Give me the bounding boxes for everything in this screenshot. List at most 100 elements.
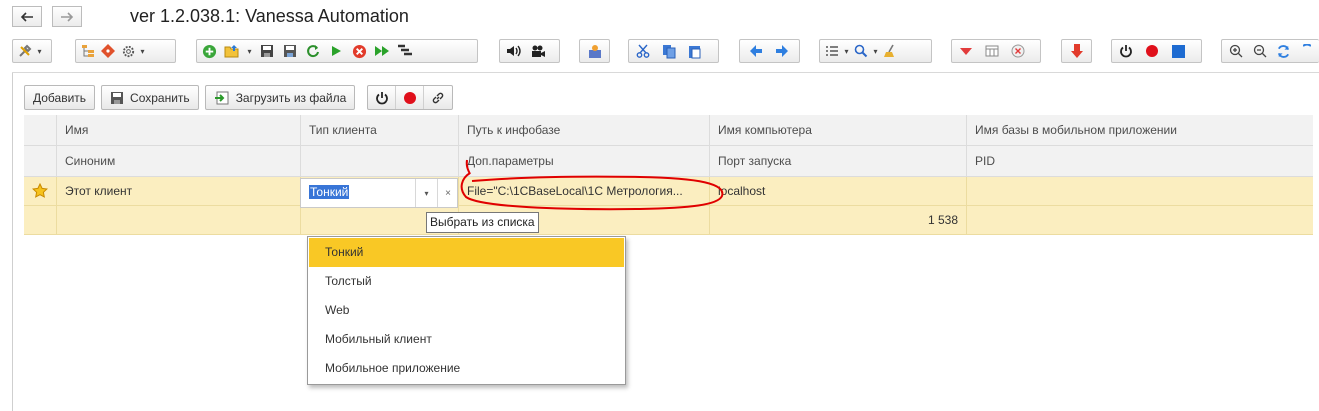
header-extra-params[interactable]: Доп.параметры xyxy=(459,146,710,176)
run-all-button[interactable] xyxy=(372,41,392,61)
settings-button[interactable] xyxy=(118,41,138,61)
header-launch-port[interactable]: Порт запуска xyxy=(710,146,967,176)
dropdown-option-web[interactable]: Web xyxy=(309,296,624,325)
back-button[interactable] xyxy=(12,6,42,27)
close-button[interactable] xyxy=(1008,41,1028,61)
copy-button[interactable] xyxy=(659,41,679,61)
table-button[interactable] xyxy=(982,41,1002,61)
toolbar-group-tools: ▾ xyxy=(12,39,52,63)
stop-record-button[interactable] xyxy=(1168,41,1188,61)
header-synonym[interactable]: Синоним xyxy=(57,146,301,176)
cell-pid[interactable] xyxy=(967,206,1313,234)
add-row-button[interactable]: Добавить xyxy=(24,85,96,110)
prev-button[interactable] xyxy=(746,41,766,61)
header-infobase-path[interactable]: Путь к инфобазе xyxy=(459,115,710,145)
cell-name[interactable]: Этот клиент xyxy=(57,177,301,205)
sync-icon xyxy=(1303,44,1312,47)
next-button[interactable] xyxy=(772,41,792,61)
clear-button[interactable] xyxy=(880,41,900,61)
record-button[interactable] xyxy=(1142,41,1162,61)
chevron-down-icon[interactable]: ▾ xyxy=(415,179,437,207)
header-mobile-db-name[interactable]: Имя базы в мобильном приложении xyxy=(967,115,1313,145)
window-title: ver 1.2.038.1: Vanessa Automation xyxy=(130,6,409,26)
arrow-left-icon xyxy=(20,11,33,22)
run-button[interactable] xyxy=(326,41,346,61)
add-button[interactable] xyxy=(199,41,219,61)
client-type-input[interactable]: Тонкий ▾ × xyxy=(300,178,458,208)
save-all-icon xyxy=(284,45,296,57)
step-icon xyxy=(398,44,412,56)
chevron-down-icon[interactable]: ▾ xyxy=(245,41,254,61)
zoom-in-icon xyxy=(1229,44,1243,58)
arrow-left-blue-icon xyxy=(750,45,762,57)
save-icon xyxy=(110,91,124,105)
header-computer-name[interactable]: Имя компьютера xyxy=(710,115,967,145)
more-button[interactable] xyxy=(1297,41,1317,61)
zoom-in-button[interactable] xyxy=(1226,41,1246,61)
cut-icon xyxy=(636,44,650,58)
zoom-out-button[interactable] xyxy=(1250,41,1270,61)
title-bar: ver 1.2.038.1: Vanessa Automation xyxy=(0,0,1319,34)
cell-mobile-db-name[interactable] xyxy=(967,177,1313,205)
stop-button[interactable] xyxy=(349,41,369,61)
table-header-row: Имя Тип клиента Путь к инфобазе Имя комп… xyxy=(24,115,1313,146)
tree-button[interactable] xyxy=(78,41,98,61)
refresh-button[interactable] xyxy=(303,41,323,61)
load-from-file-button[interactable]: Загрузить из файла xyxy=(204,85,356,110)
toolbar-group-media xyxy=(499,39,560,63)
video-button[interactable] xyxy=(528,41,548,61)
step-button[interactable] xyxy=(395,41,415,61)
client-link-button[interactable] xyxy=(424,86,452,109)
table-row[interactable]: Этот клиент File="C:\1CBaseLocal\1C Метр… xyxy=(24,177,1313,206)
dropdown-option-mobile-client[interactable]: Мобильный клиент xyxy=(309,325,624,354)
save-settings-button[interactable]: Сохранить xyxy=(101,85,199,110)
table-icon xyxy=(985,45,999,57)
record-icon xyxy=(1146,45,1158,57)
cell-launch-port[interactable]: 1 538 xyxy=(710,206,967,234)
clear-icon[interactable]: × xyxy=(437,179,458,207)
header-client-type[interactable]: Тип клиента xyxy=(301,115,459,145)
open-button[interactable] xyxy=(222,41,242,61)
save-all-button[interactable] xyxy=(280,41,300,61)
power-button[interactable] xyxy=(1116,41,1136,61)
client-power-button[interactable] xyxy=(368,86,397,109)
tooltip: Выбрать из списка xyxy=(426,212,539,233)
download-button[interactable] xyxy=(1067,41,1087,61)
chevron-down-icon[interactable]: ▾ xyxy=(35,41,44,61)
speaker-icon xyxy=(507,45,521,57)
save-settings-label: Сохранить xyxy=(130,90,190,105)
table-row[interactable]: 1 538 xyxy=(24,206,1313,235)
git-button[interactable] xyxy=(98,41,118,61)
tools-icon xyxy=(19,44,32,57)
dropdown-option-mobile-app[interactable]: Мобильное приложение xyxy=(309,354,624,383)
user-report-button[interactable] xyxy=(585,41,605,61)
collapse-button[interactable] xyxy=(956,41,976,61)
cell-infobase-path[interactable]: File="C:\1CBaseLocal\1C Метрология... xyxy=(459,177,710,205)
chevron-down-icon[interactable]: ▾ xyxy=(138,41,147,61)
header-pid[interactable]: PID xyxy=(967,146,1313,176)
sync-button[interactable] xyxy=(1274,41,1294,61)
cut-button[interactable] xyxy=(633,41,653,61)
cell-synonym[interactable] xyxy=(57,206,301,234)
toolbar-group-clipboard xyxy=(628,39,719,63)
dropdown-option-thick[interactable]: Толстый xyxy=(309,267,624,296)
sound-button[interactable] xyxy=(504,41,524,61)
list-button[interactable] xyxy=(822,41,842,61)
header-name[interactable]: Имя xyxy=(57,115,301,145)
client-type-dropdown: Тонкий Толстый Web Мобильный клиент Моби… xyxy=(307,236,626,385)
paste-button[interactable] xyxy=(685,41,705,61)
chevron-down-icon[interactable]: ▾ xyxy=(842,41,851,61)
client-type-value[interactable]: Тонкий xyxy=(309,185,350,199)
tools-button[interactable] xyxy=(15,41,35,61)
client-record-button[interactable] xyxy=(396,86,425,109)
chevron-down-icon[interactable]: ▾ xyxy=(871,41,880,61)
close-circle-icon xyxy=(1011,44,1025,58)
star-icon[interactable] xyxy=(24,177,57,205)
dropdown-option-thin[interactable]: Тонкий xyxy=(309,238,624,267)
search-button[interactable] xyxy=(851,41,871,61)
toolbar-group-settings: ▾ xyxy=(75,39,176,63)
forward-button[interactable] xyxy=(52,6,82,27)
save-button[interactable] xyxy=(257,41,277,61)
cell-computer-name[interactable]: localhost xyxy=(710,177,967,205)
load-file-icon xyxy=(214,91,230,105)
